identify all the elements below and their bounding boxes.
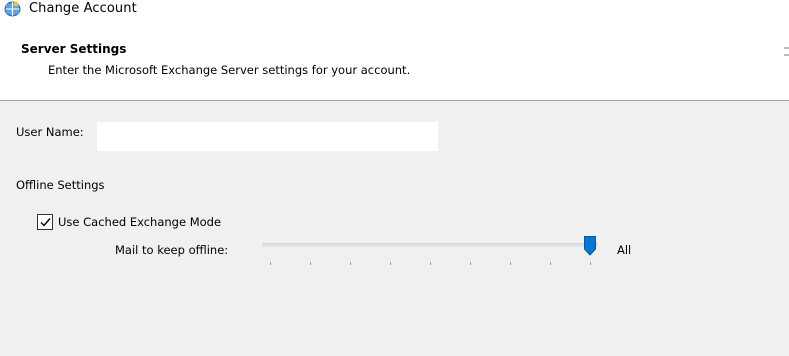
slider-tick: [270, 262, 271, 265]
mail-offline-slider[interactable]: [262, 236, 610, 266]
slider-tick: [470, 262, 471, 265]
slider-tick: [590, 262, 591, 265]
outlook-profile-icon: [3, 0, 22, 17]
slider-thumb[interactable]: [584, 236, 596, 256]
header-subtitle: Enter the Microsoft Exchange Server sett…: [48, 63, 411, 77]
slider-tick: [310, 262, 311, 265]
dialog-body: User Name: Offline Settings Use Cached E…: [0, 101, 789, 356]
cached-exchange-mode-checkbox[interactable]: [37, 214, 53, 230]
user-name-input[interactable]: [97, 122, 438, 151]
dialog-header: Server Settings Enter the Microsoft Exch…: [0, 22, 789, 100]
mail-offline-value: All: [617, 243, 632, 257]
slider-tick: [550, 262, 551, 265]
slider-ticks: [262, 262, 610, 266]
header-edge-glyph: [784, 43, 789, 63]
slider-tick: [430, 262, 431, 265]
window-title: Change Account: [29, 1, 137, 16]
mail-to-keep-offline-label: Mail to keep offline:: [115, 243, 229, 257]
header-title: Server Settings: [21, 42, 127, 56]
slider-track[interactable]: [262, 243, 598, 247]
slider-tick: [390, 262, 391, 265]
change-account-dialog: Change Account Server Settings Enter the…: [0, 0, 789, 356]
title-bar: Change Account: [0, 0, 789, 22]
slider-tick: [510, 262, 511, 265]
user-name-label: User Name:: [16, 125, 84, 139]
offline-settings-heading: Offline Settings: [16, 178, 105, 192]
cached-exchange-mode-label[interactable]: Use Cached Exchange Mode: [58, 215, 221, 229]
slider-tick: [350, 262, 351, 265]
checkmark-icon: [40, 218, 51, 227]
